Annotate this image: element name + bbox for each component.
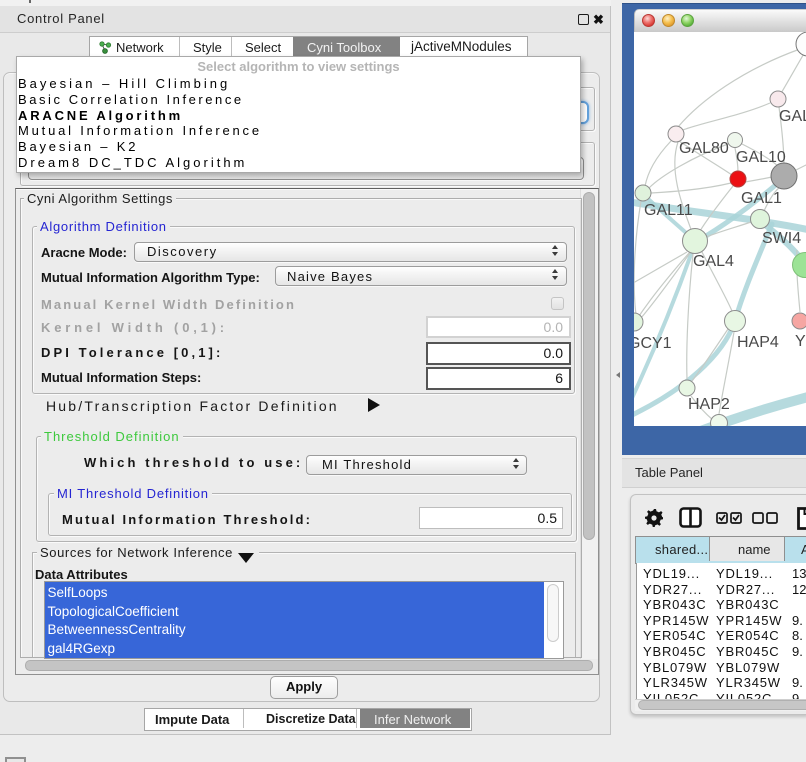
svg-text:HAP4: HAP4 [737,334,779,351]
svg-text:GAL2: GAL2 [779,108,806,125]
svg-text:Y: Y [795,333,806,350]
svg-text:GCY1: GCY1 [634,335,672,352]
svg-text:GAL1: GAL1 [741,190,782,207]
svg-text:GAL11: GAL11 [644,202,693,219]
svg-text:HAP2: HAP2 [688,396,730,413]
svg-text:GAL4: GAL4 [693,253,734,270]
svg-text:GAL10: GAL10 [736,149,786,166]
svg-text:SWI4: SWI4 [762,230,801,247]
svg-text:GAL80: GAL80 [679,140,729,157]
